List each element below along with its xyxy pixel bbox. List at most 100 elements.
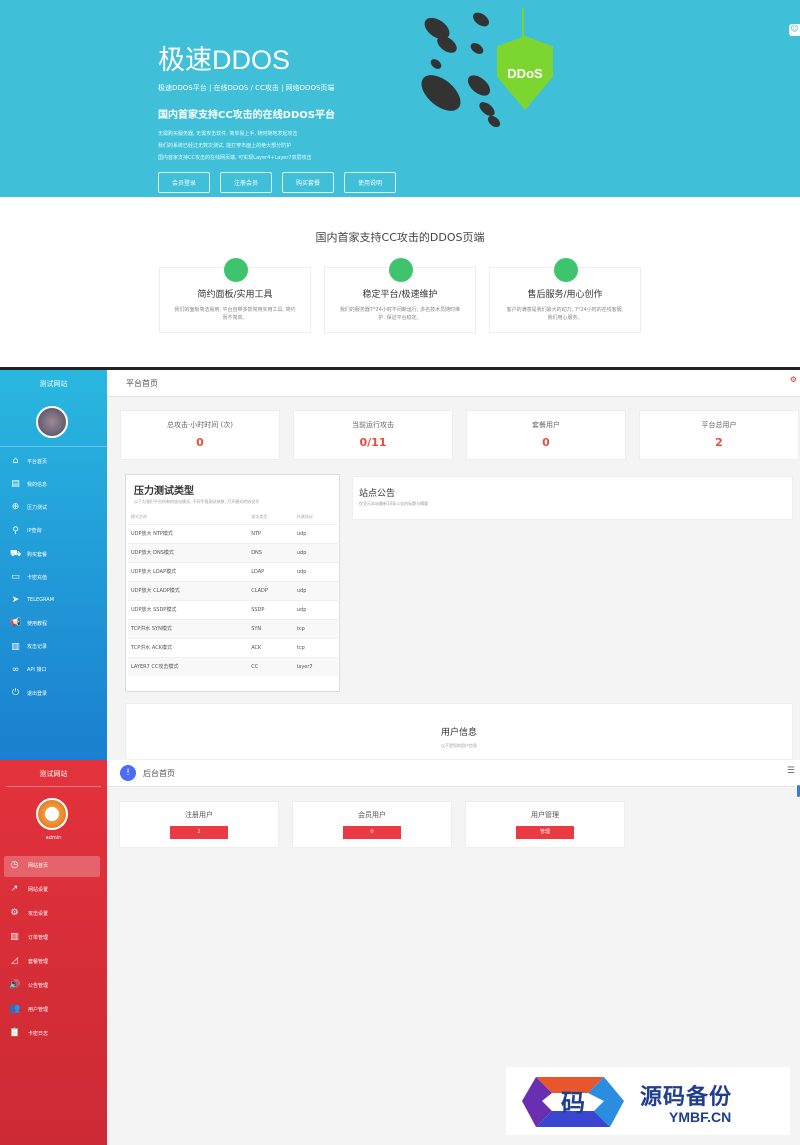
credit-card-icon: ▭ [11,572,20,582]
table-row: UDP放大 LDAP模式 LDAP udp [128,561,338,581]
card-label: 会员用户 [358,811,386,819]
clipboard-icon: 📋 [9,1028,21,1038]
watermark-logo-char: 码 [561,1088,585,1117]
bar-chart-icon: ▥ [10,932,19,942]
pressure-title: 压力测试类型 [134,486,194,497]
sidebar-item-label: 退出登录 [27,690,48,697]
avatar[interactable] [36,798,68,830]
table-cell: TCP洪水 SYN模式 [128,618,249,638]
user-info-desc: 以下是您的用户信息 [441,743,477,748]
member-login-button[interactable]: 会员登录 [158,172,210,193]
sidebar-item[interactable]: ◿ 套餐管理 [9,956,48,966]
sidebar-item-label: 攻击记录 [27,644,48,651]
sidebar-item[interactable]: ⊕ 压力测试 [10,502,47,512]
stat-value: 0 [196,436,204,449]
buy-package-button[interactable]: 购买套餐 [282,172,334,193]
notice-desc: 仅显示本站最新10条公告的标题与摘要 [359,501,429,506]
table-cell: udp [293,599,338,619]
sidebar-item-label: IP查询 [27,528,42,535]
sidebar-item[interactable]: ▥ 攻击记录 [10,642,47,652]
sidebar-item[interactable]: ∞ API 接口 [10,665,47,675]
sidebar-item[interactable]: ⚲ IP查询 [10,526,42,536]
sidebar-item[interactable]: 👥 用户管理 [9,1004,48,1014]
sidebar-divider [6,786,101,787]
chat-icon[interactable]: ☺ [789,24,800,36]
table-cell: TCP洪水 ACK模式 [128,637,249,657]
pressure-types-panel: 压力测试类型 以下为我们平台所有的攻击模式, 不同手段测试参数, 打开模式的协议… [125,474,340,692]
stat-label: 当前运行攻击 [352,421,394,429]
register-button[interactable]: 注册会员 [220,172,272,193]
feature-desc: 客户的满意是我们最大的动力, 7*24小时的在线客服, 我们用心服务。 [506,307,624,321]
sidebar-item-label: 我的信息 [27,481,48,488]
sidebar-item[interactable]: ↗ 网站设置 [9,884,48,894]
table-cell: udp [293,580,338,600]
card-label: 用户管理 [531,811,559,819]
id-card-icon: ▤ [11,479,20,490]
bomb-icon [464,71,494,100]
info-icon[interactable]: ! [120,765,136,781]
sidebar-item[interactable]: ▤ 我的信息 [10,479,47,489]
table-cell: tcp [293,618,338,638]
stat-label: 平台总用户 [701,421,737,429]
sidebar-item[interactable]: ▭ 卡密充值 [10,572,47,582]
table-cell: SYN [248,618,294,638]
features-title: 国内首家支持CC攻击的DDOS页端 [315,231,485,244]
manage-button[interactable]: 管理 [516,826,574,839]
usage-guide-button[interactable]: 使用说明 [344,172,396,193]
table-cell: udp [293,523,338,543]
sidebar-item[interactable]: ◷ 网站首页 [9,860,48,870]
area-chart-icon: ◿ [11,956,18,966]
feature-title: 售后服务/用心创作 [527,290,603,300]
sidebar-item[interactable]: 📋 卡密日志 [9,1028,48,1038]
table-cell: UDP放大 LDAP模式 [128,561,249,581]
sidebar-item[interactable]: ➤ TELEGRAM [10,595,54,605]
table-cell: UDP放大 NTP模式 [128,523,249,543]
sidebar-item-label: 使用教程 [27,620,48,627]
sidebar-item[interactable]: ⚙ 攻击设置 [9,908,48,918]
crosshair-icon: ⊕ [11,502,20,513]
cart-icon: ⛟ [10,548,22,559]
users-icon: 👥 [9,1004,21,1014]
sidebar-item[interactable]: ▥ 订单管理 [9,932,48,942]
shield-pole [522,8,524,38]
table-header: 所属协议 [296,513,313,519]
table-cell: CLADP [248,580,294,600]
sidebar-site-name: 测试网站 [39,380,68,388]
sidebar-item[interactable]: ⌂ 平台首页 [10,456,47,466]
trend-icon: ↗ [10,884,19,894]
stat-value: 0/11 [359,436,387,449]
gear-icon: ⚙ [10,908,19,918]
shield-text: DDoS [507,65,543,81]
sidebar-item-label: 平台首页 [27,458,48,465]
ddos-shield-icon: DDoS [497,36,553,110]
feature-desc: 我们的面板简洁易用, 平台自带多款常用实用工具, 简约而不简单。 [174,307,296,321]
bomb-icon [468,40,486,57]
sidebar-item[interactable]: 🔊 公告管理 [9,980,48,990]
sidebar-item-label: 公告管理 [28,982,49,989]
sidebar-item-label: 用户管理 [28,1006,49,1013]
feature-dot-icon [389,258,413,282]
sidebar-item[interactable]: ⏻ 退出登录 [10,688,47,698]
table-cell: NTP [248,523,294,543]
card-value-button[interactable]: 0 [343,826,401,839]
sidebar-item-label: 压力测试 [27,504,48,511]
watermark-cn: 源码备份 [640,1085,733,1110]
menu-icon[interactable]: ☰ [787,766,795,776]
hero-buttons: 会员登录 注册会员 购买套餐 使用说明 [158,172,396,193]
feature-card: 售后服务/用心创作 客户的满意是我们最大的动力, 7*24小时的在线客服, 我们… [489,258,641,333]
sidebar-item-label: 卡密日志 [28,1030,49,1037]
table-cell: udp [293,561,338,581]
hero-banner: DDoS 极速DDOS 极速DDOS平台 | 在线DDOS / CC攻击 | 网… [0,0,800,197]
sidebar-item[interactable]: 📢 使用教程 [10,618,47,628]
pressure-table: 模式名称 攻击类型 所属协议 UDP放大 NTP模式 NTP udp UDP放大 DNS模… [128,513,338,676]
gear-icon[interactable]: ⚙ [790,375,797,384]
sidebar-item-label: 套餐管理 [28,958,49,965]
sidebar-item[interactable]: ⛟ 购买套餐 [10,549,47,560]
avatar[interactable] [36,406,68,438]
sidebar-divider [0,446,107,447]
sidebar-site-name: 测试网站 [39,770,68,778]
stat-card: 总攻击·小时时间 (次) 0 [120,410,280,460]
card-value-button[interactable]: 2 [170,826,228,839]
sidebar-item-label: API 接口 [27,667,47,674]
feature-desc: 我们的服务器7*24小时不间断运行, 多名技术员随时维护, 保证平台稳定。 [339,307,461,321]
